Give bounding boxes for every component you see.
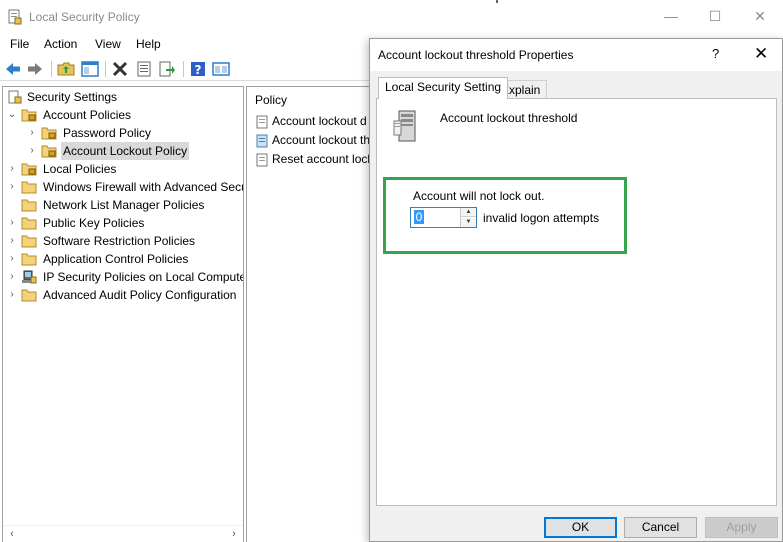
server-policy-icon xyxy=(393,110,416,142)
chevron-right-icon[interactable]: › xyxy=(7,268,17,286)
tree-item-label: Public Key Policies xyxy=(43,216,145,230)
svg-text:?: ? xyxy=(195,63,202,77)
forward-icon[interactable] xyxy=(26,60,44,78)
chevron-right-icon[interactable]: › xyxy=(7,214,17,232)
folder-icon xyxy=(21,289,37,302)
tree-item-label: Network List Manager Policies xyxy=(43,198,205,212)
toolbar-separator xyxy=(105,61,106,77)
security-policy-app-icon xyxy=(8,9,22,25)
properties-icon[interactable] xyxy=(135,60,153,78)
policy-name: Account lockout threshold xyxy=(440,111,578,125)
console-icon[interactable] xyxy=(212,60,230,78)
back-icon[interactable] xyxy=(4,60,22,78)
cancel-button[interactable]: Cancel xyxy=(624,517,697,538)
folder-lock-icon xyxy=(41,145,57,158)
tree-item-label: Account Lockout Policy xyxy=(61,142,190,160)
stray-pixel-mark xyxy=(496,0,498,3)
security-settings-icon xyxy=(8,90,22,104)
tree-item-label: IP Security Policies on Local Compute xyxy=(43,270,244,284)
policy-item-icon xyxy=(256,134,268,148)
chevron-right-icon[interactable]: › xyxy=(7,286,17,304)
chevron-right-icon[interactable]: › xyxy=(7,160,17,178)
tree-item-label: Account Policies xyxy=(43,108,132,122)
up-folder-icon[interactable] xyxy=(57,60,75,78)
ok-button[interactable]: OK xyxy=(544,517,617,538)
toolbar-separator xyxy=(51,61,52,77)
menu-file[interactable]: File xyxy=(10,37,29,51)
menu-help[interactable]: Help xyxy=(136,37,161,51)
chevron-right-icon[interactable]: › xyxy=(7,250,17,268)
help-icon[interactable]: ? xyxy=(189,60,207,78)
tree-pane: Security Settings ⌄ Account Policies › P… xyxy=(2,86,244,542)
folder-lock-icon xyxy=(41,127,57,140)
folder-icon xyxy=(21,199,37,212)
export-list-icon[interactable] xyxy=(158,60,176,78)
list-item[interactable]: Account lockout th xyxy=(255,131,370,149)
menu-action[interactable]: Action xyxy=(44,37,77,51)
threshold-unit-label: invalid logon attempts xyxy=(483,211,600,225)
folder-icon xyxy=(21,181,37,194)
policy-list-pane: Policy Account lockout d Account lockout… xyxy=(246,86,374,542)
menu-view[interactable]: View xyxy=(95,37,121,51)
dialog-close-button[interactable]: ✕ xyxy=(754,44,768,64)
tree-horizontal-scrollbar[interactable]: ‹ › xyxy=(3,525,243,542)
maximize-button[interactable]: ☐ xyxy=(707,8,723,24)
threshold-value[interactable]: 0 xyxy=(414,210,424,224)
chevron-right-icon[interactable]: › xyxy=(7,178,17,196)
title-bar: Local Security Policy — ☐ ✕ xyxy=(0,0,783,34)
folder-lock-icon xyxy=(21,163,37,176)
dialog-title-bar: Account lockout threshold Properties ? ✕ xyxy=(370,39,782,71)
tree-item-label: Software Restriction Policies xyxy=(43,234,196,248)
folder-icon xyxy=(21,235,37,248)
decrement-arrow-icon[interactable]: ▼ xyxy=(461,218,476,227)
list-item-label: Account lockout th xyxy=(272,133,371,147)
close-window-button[interactable]: ✕ xyxy=(752,8,768,24)
scroll-left-icon[interactable]: ‹ xyxy=(5,527,19,541)
toolbar-separator xyxy=(183,61,184,77)
threshold-stepper[interactable]: 0 ▲ ▼ xyxy=(410,207,477,228)
folder-lock-icon xyxy=(21,109,37,122)
tree-item-label: Advanced Audit Policy Configuration xyxy=(43,288,237,302)
ip-security-icon xyxy=(22,270,37,284)
dialog-title: Account lockout threshold Properties xyxy=(378,48,574,62)
lockout-status-text: Account will not lock out. xyxy=(413,189,545,203)
properties-dialog: Account lockout threshold Properties ? ✕… xyxy=(369,38,783,542)
scroll-right-icon[interactable]: › xyxy=(227,527,241,541)
delete-icon[interactable] xyxy=(111,60,129,78)
policy-column-header[interactable]: Policy xyxy=(255,93,287,107)
stepper-buttons: ▲ ▼ xyxy=(460,208,476,227)
list-item-label: Reset account lock xyxy=(272,152,374,166)
chevron-right-icon[interactable]: › xyxy=(27,124,37,142)
list-item[interactable]: Account lockout d xyxy=(255,112,367,130)
help-button[interactable]: ? xyxy=(712,46,719,61)
chevron-right-icon[interactable]: › xyxy=(27,142,37,160)
tab-local-security-setting[interactable]: Local Security Setting xyxy=(378,77,509,99)
tree-item-label: Application Control Policies xyxy=(43,252,189,266)
list-item[interactable]: Reset account lock xyxy=(255,150,373,168)
minimize-button[interactable]: — xyxy=(663,8,679,24)
tree-item-label: Local Policies xyxy=(43,162,117,176)
tree-item-label: Password Policy xyxy=(63,126,152,140)
increment-arrow-icon[interactable]: ▲ xyxy=(461,208,476,217)
show-hide-tree-icon[interactable] xyxy=(81,60,99,78)
tree-item-label: Security Settings xyxy=(27,90,118,104)
chevron-right-icon[interactable]: › xyxy=(7,232,17,250)
tab-panel: Account lockout threshold Account will n… xyxy=(376,98,777,506)
apply-button[interactable]: Apply xyxy=(705,517,778,538)
window-title: Local Security Policy xyxy=(29,10,140,24)
chevron-down-icon[interactable]: ⌄ xyxy=(7,106,17,124)
folder-icon xyxy=(21,217,37,230)
policy-item-icon xyxy=(256,153,268,167)
list-item-label: Account lockout d xyxy=(272,114,367,128)
policy-item-icon xyxy=(256,115,268,129)
folder-icon xyxy=(21,253,37,266)
tree-item-label: Windows Firewall with Advanced Secu xyxy=(43,180,244,194)
